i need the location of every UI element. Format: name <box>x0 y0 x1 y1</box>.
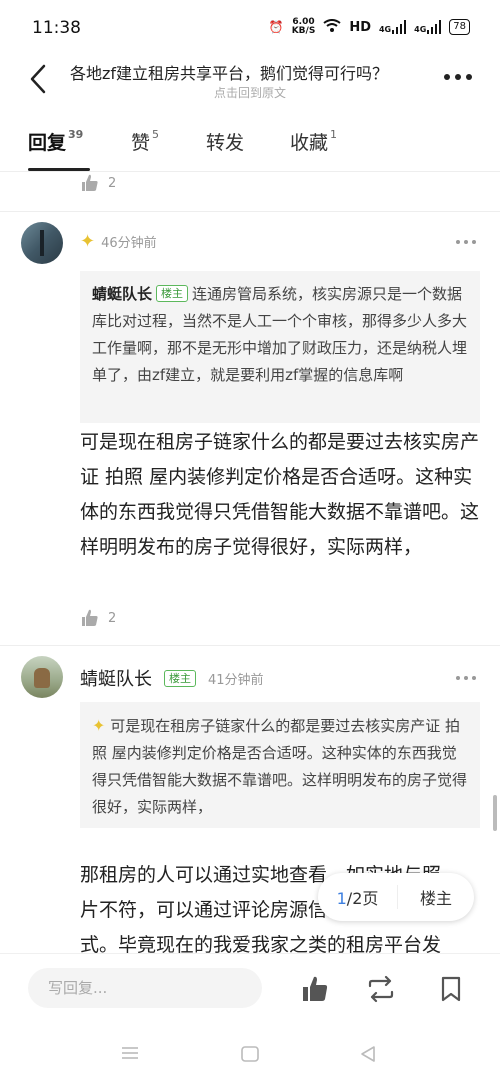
comment-meta: 蜻蜓队长 楼主 41分钟前 <box>80 665 264 691</box>
like-button[interactable]: 2 <box>80 173 116 193</box>
bottom-action-bar: 写回复... <box>0 953 500 1023</box>
like-count: 2 <box>108 610 117 626</box>
comment-text: 可是现在租房子链家什么的都是要过去核实房产证 拍照 屋内装修判定价格是否合适呀。… <box>80 431 480 558</box>
op-badge: 楼主 <box>164 669 196 687</box>
status-time: 11:38 <box>32 18 81 38</box>
signal-icon-1: 4G <box>378 20 407 34</box>
tab-bar: 回复 39 赞5 转发 收藏 1 <box>0 118 500 172</box>
comment-meta: ✦ 46分钟前 <box>80 231 157 252</box>
tab-label: 回复 <box>28 132 67 154</box>
current-page: 1 <box>336 889 347 908</box>
comment-text-line: 式。毕竟现在的我爱我家之类的租房平台发 <box>80 934 442 953</box>
sparkle-icon: ✦ <box>92 716 106 735</box>
net-speed-unit: KB/S <box>291 26 316 36</box>
quote-text: 可是现在租房子链家什么的都是要过去核实房产证 拍照 屋内装修判定价格是否合适呀。… <box>92 717 468 816</box>
hd-label: HD <box>349 19 371 35</box>
like-button[interactable]: 2 <box>80 608 116 628</box>
comment-more-icon[interactable] <box>456 676 476 680</box>
system-nav-bar <box>0 1023 500 1083</box>
status-bar: 11:38 ⏰ 6.00 KB/S HD 4G 4G 78 <box>0 0 500 54</box>
wifi-icon <box>323 18 341 36</box>
tab-count: 5 <box>152 128 160 141</box>
tab-likes[interactable]: 赞5 <box>131 128 159 155</box>
tab-label: 赞 <box>131 132 151 154</box>
active-tab-indicator <box>28 168 90 171</box>
post-title[interactable]: 各地zf建立租房共享平台，鹅们觉得可行吗？ <box>70 60 440 84</box>
signal-label-1: 4G <box>378 25 392 34</box>
reply-input[interactable]: 写回复... <box>28 968 262 1008</box>
signal-label-2: 4G <box>414 25 427 34</box>
thumbs-up-icon[interactable] <box>300 974 330 1004</box>
comment-more-icon[interactable] <box>456 240 476 244</box>
quoted-reply[interactable]: ✦ 可是现在租房子链家什么的都是要过去核实房产证 拍照 屋内装修判定价格是否合适… <box>80 702 480 828</box>
tab-replies[interactable]: 回复 39 <box>28 128 83 155</box>
like-count: 2 <box>108 175 117 191</box>
avatar[interactable] <box>21 222 63 264</box>
sparkle-icon: ✦ <box>80 231 96 252</box>
thumbs-up-icon <box>82 609 98 626</box>
repost-icon[interactable] <box>366 974 396 1004</box>
alarm-icon: ⏰ <box>268 20 284 34</box>
total-pages: /2页 <box>346 889 379 908</box>
comment-time: 41分钟前 <box>208 672 264 688</box>
thumbs-up-icon <box>82 174 98 191</box>
op-only-button[interactable]: 楼主 <box>398 885 474 909</box>
divider <box>0 645 500 646</box>
avatar[interactable] <box>21 656 63 698</box>
battery-icon: 78 <box>449 19 470 35</box>
back-icon[interactable] <box>358 1045 378 1063</box>
signal-icon-2: 4G <box>414 20 442 34</box>
tab-favorites[interactable]: 收藏 1 <box>290 128 337 155</box>
op-badge: 楼主 <box>156 285 189 302</box>
menu-icon[interactable] <box>120 1045 140 1061</box>
net-speed: 6.00 KB/S <box>292 18 316 36</box>
home-icon[interactable] <box>240 1045 260 1063</box>
tab-count: 39 <box>68 128 84 141</box>
comment-time: 46分钟前 <box>101 236 157 251</box>
pagination-widget: 1/2页 楼主 <box>318 873 474 921</box>
more-options-icon[interactable] <box>444 74 472 80</box>
back-to-original-link[interactable]: 点击回到原文 <box>0 84 500 101</box>
title-bar: 各地zf建立租房共享平台，鹅们觉得可行吗？ 点击回到原文 <box>0 54 500 104</box>
author-name[interactable]: 蜻蜓队长 <box>80 665 152 691</box>
tab-reposts[interactable]: 转发 <box>206 128 244 155</box>
status-icons: ⏰ 6.00 KB/S HD 4G 4G 78 <box>269 18 470 36</box>
bookmark-icon[interactable] <box>436 974 466 1004</box>
divider <box>0 211 500 212</box>
quote-author[interactable]: 蜻蜓队长 <box>92 285 152 303</box>
quoted-reply[interactable]: 蜻蜓队长 楼主 连通房管局系统，核实房源只是一个数据库比对过程，当然不是人工一个个审… <box>80 271 480 423</box>
scrollbar[interactable] <box>493 795 497 831</box>
tab-count: 1 <box>330 128 338 141</box>
page-selector[interactable]: 1/2页 <box>318 885 398 909</box>
tab-label: 转发 <box>206 132 245 154</box>
tab-label: 收藏 <box>290 132 329 154</box>
